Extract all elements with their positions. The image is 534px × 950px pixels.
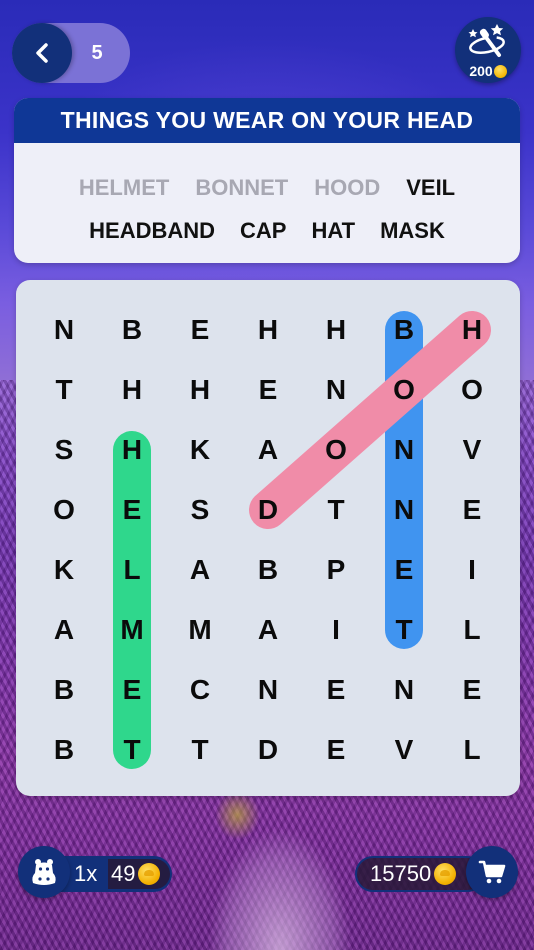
grid-cell[interactable]: H xyxy=(302,300,370,360)
word-row-1: HELMET BONNET HOOD VEIL xyxy=(14,166,520,209)
earned-coins: 49 xyxy=(111,856,161,892)
grid-cell[interactable]: O xyxy=(30,480,98,540)
word-mask: MASK xyxy=(380,217,445,243)
grid-cell[interactable]: T xyxy=(302,480,370,540)
grid-cell[interactable]: T xyxy=(370,600,438,660)
word-veil: VEIL xyxy=(406,174,456,200)
grid-cell[interactable]: E xyxy=(98,660,166,720)
grid-cell[interactable]: B xyxy=(370,300,438,360)
grid-cell[interactable]: E xyxy=(370,540,438,600)
grid-cell[interactable]: L xyxy=(98,540,166,600)
grid-cell[interactable]: N xyxy=(370,480,438,540)
grid-cell[interactable]: V xyxy=(438,420,506,480)
grid-cell[interactable]: S xyxy=(30,420,98,480)
grid-cell[interactable]: A xyxy=(30,600,98,660)
hippo-icon xyxy=(32,859,56,885)
grid-cell[interactable]: H xyxy=(98,420,166,480)
word-bonnet: BONNET xyxy=(195,174,289,200)
coin-icon xyxy=(138,863,161,885)
grid-cell[interactable]: D xyxy=(234,480,302,540)
grid-cell[interactable]: T xyxy=(166,720,234,780)
grid-cell[interactable]: K xyxy=(30,540,98,600)
grid-cell[interactable]: I xyxy=(302,600,370,660)
mascot-button[interactable] xyxy=(18,846,70,898)
grid-cell[interactable]: T xyxy=(30,360,98,420)
grid-cell[interactable]: V xyxy=(370,720,438,780)
hint-button[interactable]: 200 xyxy=(455,17,521,83)
grid-cell[interactable]: O xyxy=(438,360,506,420)
coin-balance: 15750 xyxy=(370,856,457,892)
word-hat: HAT xyxy=(311,217,356,243)
letter-grid[interactable]: NBEHHBHTHHENOOSHKAONVOESDTNEKLABPEIAMMAI… xyxy=(16,280,520,796)
grid-cell[interactable]: H xyxy=(166,360,234,420)
grid-cell[interactable]: O xyxy=(370,360,438,420)
grid-cell[interactable]: A xyxy=(166,540,234,600)
level-number: 5 xyxy=(91,41,103,64)
grid-cell[interactable]: B xyxy=(30,720,98,780)
word-hood: HOOD xyxy=(314,174,381,200)
grid-cell[interactable]: E xyxy=(234,360,302,420)
grid-cell[interactable]: E xyxy=(302,660,370,720)
grid-cell[interactable]: P xyxy=(302,540,370,600)
back-button[interactable] xyxy=(12,23,72,83)
earned-coins-value: 49 xyxy=(111,861,136,886)
grid-cell[interactable]: E xyxy=(438,480,506,540)
coin-icon xyxy=(493,64,507,78)
coin-balance-value: 15750 xyxy=(370,861,432,886)
grid-cell[interactable]: E xyxy=(438,660,506,720)
grid-cell[interactable]: D xyxy=(234,720,302,780)
grid-cell[interactable]: C xyxy=(166,660,234,720)
grid-cell[interactable]: N xyxy=(370,420,438,480)
grid-cell[interactable]: N xyxy=(234,660,302,720)
grid-cell[interactable]: O xyxy=(302,420,370,480)
grid-cell[interactable]: E xyxy=(302,720,370,780)
grid-cell[interactable]: B xyxy=(234,540,302,600)
grid-cell[interactable]: N xyxy=(370,660,438,720)
shopping-cart-icon xyxy=(478,860,506,884)
grid-cell[interactable]: T xyxy=(98,720,166,780)
grid-cell[interactable]: N xyxy=(30,300,98,360)
word-cap: CAP xyxy=(240,217,287,243)
grid-cell[interactable]: A xyxy=(234,420,302,480)
grid-cell[interactable]: I xyxy=(438,540,506,600)
field-path xyxy=(180,780,380,950)
grid-cell[interactable]: S xyxy=(166,480,234,540)
word-list-card: THINGS YOU WEAR ON YOUR HEAD HELMET BONN… xyxy=(14,98,520,263)
grid-cell[interactable]: L xyxy=(438,720,506,780)
field-path-highlight xyxy=(215,790,260,840)
hint-cost-value: 200 xyxy=(469,63,493,79)
magic-wand-icon xyxy=(468,24,505,57)
chevron-left-icon xyxy=(36,43,48,63)
grid-cell[interactable]: H xyxy=(98,360,166,420)
word-helmet: HELMET xyxy=(78,174,170,200)
grid-cell[interactable]: M xyxy=(98,600,166,660)
grid-cell[interactable]: H xyxy=(438,300,506,360)
grid-cell[interactable]: B xyxy=(98,300,166,360)
grid-cell[interactable]: M xyxy=(166,600,234,660)
coin-icon xyxy=(434,863,457,885)
grid-cell[interactable]: E xyxy=(98,480,166,540)
grid-cell[interactable]: H xyxy=(234,300,302,360)
hint-cost: 200 xyxy=(455,63,521,79)
grid-cell[interactable]: L xyxy=(438,600,506,660)
grid-cell[interactable]: E xyxy=(166,300,234,360)
multiplier-label: 1x xyxy=(74,861,98,886)
word-headband: HEADBAND xyxy=(89,217,216,243)
grid-cell[interactable]: B xyxy=(30,660,98,720)
grid-cell[interactable]: A xyxy=(234,600,302,660)
grid-cell[interactable]: K xyxy=(166,420,234,480)
category-title: THINGS YOU WEAR ON YOUR HEAD xyxy=(14,98,520,143)
word-row-2: HEADBAND CAP HAT MASK xyxy=(14,209,520,252)
grid-cell[interactable]: N xyxy=(302,360,370,420)
shop-button[interactable] xyxy=(466,846,518,898)
